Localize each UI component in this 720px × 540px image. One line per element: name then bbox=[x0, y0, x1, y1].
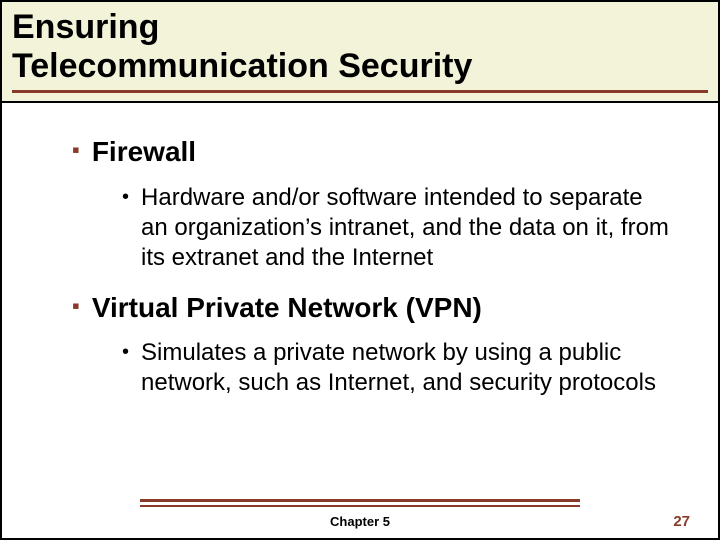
heading-firewall: Firewall bbox=[92, 135, 196, 169]
title-line-2: Telecommunication Security bbox=[12, 47, 472, 85]
dot-bullet-icon: • bbox=[122, 338, 129, 366]
footer-rules bbox=[140, 499, 580, 507]
dot-bullet-icon: • bbox=[122, 183, 129, 211]
content-area: ▪ Firewall • Hardware and/or software in… bbox=[2, 103, 718, 398]
square-bullet-icon: ▪ bbox=[72, 291, 80, 321]
bullet-level1: ▪ Virtual Private Network (VPN) bbox=[72, 291, 688, 325]
title-underline bbox=[12, 90, 708, 93]
bullet-level1: ▪ Firewall bbox=[72, 135, 688, 169]
heading-vpn: Virtual Private Network (VPN) bbox=[92, 291, 482, 325]
bullet-level2: • Hardware and/or software intended to s… bbox=[122, 183, 688, 273]
rule-thin bbox=[140, 505, 580, 507]
page-number: 27 bbox=[650, 513, 690, 530]
slide-title: Ensuring Telecommunication Security bbox=[12, 8, 708, 86]
chapter-label: Chapter 5 bbox=[70, 514, 650, 529]
footer: Chapter 5 27 bbox=[2, 499, 718, 530]
rule-thick bbox=[140, 499, 580, 502]
bullet-level2: • Simulates a private network by using a… bbox=[122, 338, 688, 398]
slide-frame: Ensuring Telecommunication Security ▪ Fi… bbox=[0, 0, 720, 540]
desc-firewall: Hardware and/or software intended to sep… bbox=[141, 183, 671, 273]
title-line-1: Ensuring bbox=[12, 8, 159, 46]
footer-row: Chapter 5 27 bbox=[30, 513, 690, 530]
title-box: Ensuring Telecommunication Security bbox=[2, 2, 718, 103]
square-bullet-icon: ▪ bbox=[72, 135, 80, 165]
desc-vpn: Simulates a private network by using a p… bbox=[141, 338, 671, 398]
